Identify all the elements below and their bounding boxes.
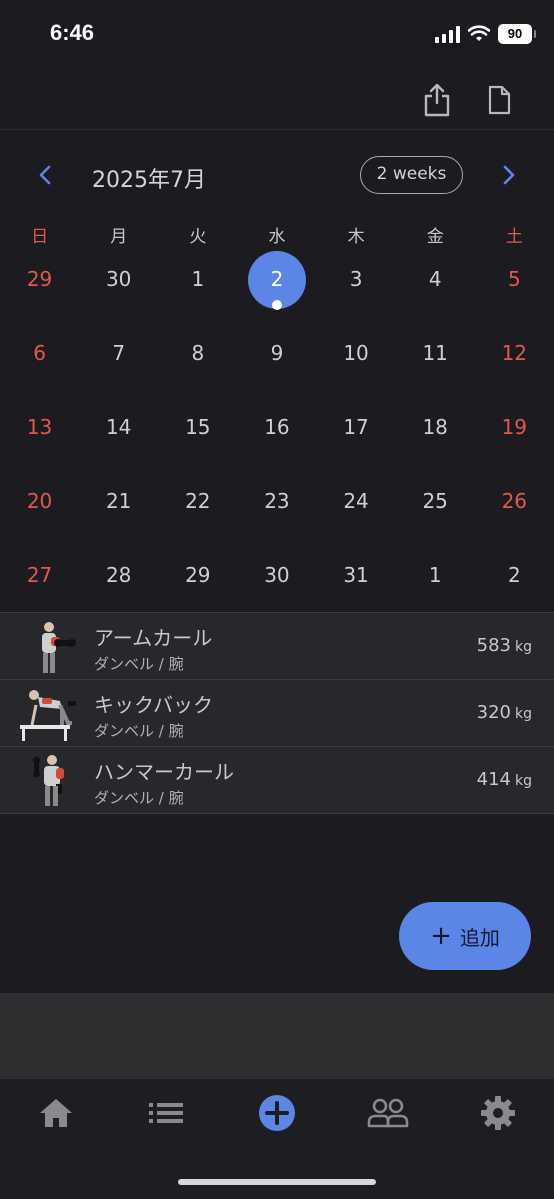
calendar-day[interactable]: 9 [237, 317, 316, 391]
add-circle-icon [259, 1095, 295, 1131]
calendar-week: 13 14 15 16 17 18 19 [0, 391, 554, 465]
calendar-day[interactable]: 16 [237, 391, 316, 465]
calendar-grid: 29 30 1 2 3 4 5 6 7 8 9 10 11 12 13 14 1… [0, 243, 554, 613]
tab-community[interactable] [358, 1091, 418, 1135]
calendar-day[interactable]: 19 [475, 391, 554, 465]
calendar-day[interactable]: 17 [317, 391, 396, 465]
calendar-day[interactable]: 1 [158, 243, 237, 317]
calendar-day[interactable]: 14 [79, 391, 158, 465]
calendar-day[interactable]: 4 [396, 243, 475, 317]
top-toolbar [0, 70, 554, 130]
status-icons: 90 [435, 24, 536, 44]
arm-curl-illustration-icon [42, 622, 76, 673]
workout-indicator-dot [271, 300, 282, 310]
tab-settings[interactable] [468, 1091, 528, 1135]
users-icon [367, 1098, 409, 1128]
add-button-label: 追加 [459, 925, 500, 950]
exercise-weight: 583 kg [476, 635, 532, 656]
exercise-row[interactable]: キックバック ダンベル / 腕 320 kg [0, 680, 554, 747]
calendar-day[interactable]: 11 [396, 317, 475, 391]
calendar-week: 27 28 29 30 31 1 2 [0, 539, 554, 613]
share-icon[interactable] [417, 80, 457, 120]
exercise-category: ダンベル / 腕 [94, 722, 184, 740]
exercise-name: キックバック [94, 693, 213, 717]
exercise-category: ダンベル / 腕 [94, 789, 184, 807]
calendar-day[interactable]: 31 [317, 539, 396, 613]
plus-icon: + [430, 921, 452, 951]
calendar-day[interactable]: 30 [237, 539, 316, 613]
calendar-day[interactable]: 6 [0, 317, 79, 391]
calendar-day[interactable]: 7 [79, 317, 158, 391]
calendar-week: 29 30 1 2 3 4 5 [0, 243, 554, 317]
calendar-header: 2025年7月 2 weeks [0, 150, 554, 200]
calendar-week: 20 21 22 23 24 25 26 [0, 465, 554, 539]
calendar-day[interactable]: 26 [475, 465, 554, 539]
kickback-illustration-icon [20, 690, 76, 741]
cellular-signal-icon [435, 25, 460, 43]
exercise-weight: 320 kg [476, 702, 532, 723]
gear-icon [481, 1096, 515, 1130]
calendar-day[interactable]: 1 [396, 539, 475, 613]
calendar-day[interactable]: 22 [158, 465, 237, 539]
calendar-day[interactable]: 2 [475, 539, 554, 613]
tab-home[interactable] [26, 1091, 86, 1135]
calendar-day[interactable]: 12 [475, 317, 554, 391]
calendar-day[interactable]: 29 [158, 539, 237, 613]
list-icon [149, 1103, 183, 1123]
calendar-week: 6 7 8 9 10 11 12 [0, 317, 554, 391]
calendar-day[interactable]: 29 [0, 243, 79, 317]
home-icon [40, 1099, 72, 1127]
battery-indicator: 90 [498, 24, 536, 44]
tab-list[interactable] [136, 1091, 196, 1135]
chevron-left-icon [39, 165, 51, 185]
calendar-day[interactable]: 25 [396, 465, 475, 539]
chevron-right-icon [503, 165, 515, 185]
calendar-day[interactable]: 10 [317, 317, 396, 391]
exercise-category: ダンベル / 腕 [94, 655, 184, 673]
calendar-day[interactable]: 8 [158, 317, 237, 391]
prev-month-button[interactable] [30, 160, 60, 190]
calendar-day[interactable]: 5 [475, 243, 554, 317]
status-bar: 6:46 90 [0, 0, 554, 70]
status-time: 6:46 [50, 20, 95, 45]
home-indicator [178, 1179, 376, 1185]
exercise-name: アームカール [94, 626, 213, 650]
exercise-row[interactable]: アームカール ダンベル / 腕 583 kg [0, 613, 554, 680]
add-button[interactable]: + 追加 [399, 902, 531, 970]
exercise-row[interactable]: ハンマーカール ダンベル / 腕 414 kg [0, 747, 554, 814]
calendar-day[interactable]: 28 [79, 539, 158, 613]
calendar-day[interactable]: 24 [317, 465, 396, 539]
calendar-day[interactable]: 13 [0, 391, 79, 465]
exercise-list: アームカール ダンベル / 腕 583 kg キックバック ダンベル / 腕 32… [0, 612, 554, 814]
calendar-day[interactable]: 3 [317, 243, 396, 317]
hammer-curl-illustration-icon [33, 755, 64, 806]
calendar-day-selected[interactable]: 2 [237, 243, 316, 317]
exercise-weight: 414 kg [476, 769, 532, 790]
calendar-day[interactable]: 27 [0, 539, 79, 613]
wifi-icon [468, 25, 490, 41]
calendar-day[interactable]: 15 [158, 391, 237, 465]
document-icon[interactable] [479, 80, 519, 120]
month-label: 2025年7月 [92, 168, 206, 193]
range-toggle-button[interactable]: 2 weeks [360, 156, 463, 194]
next-month-button[interactable] [494, 160, 524, 190]
tab-add[interactable] [247, 1091, 307, 1135]
calendar-day[interactable]: 20 [0, 465, 79, 539]
banner-area [0, 993, 554, 1079]
calendar-day[interactable]: 18 [396, 391, 475, 465]
calendar-day[interactable]: 23 [237, 465, 316, 539]
calendar-day[interactable]: 30 [79, 243, 158, 317]
exercise-name: ハンマーカール [94, 760, 234, 784]
calendar-day[interactable]: 21 [79, 465, 158, 539]
